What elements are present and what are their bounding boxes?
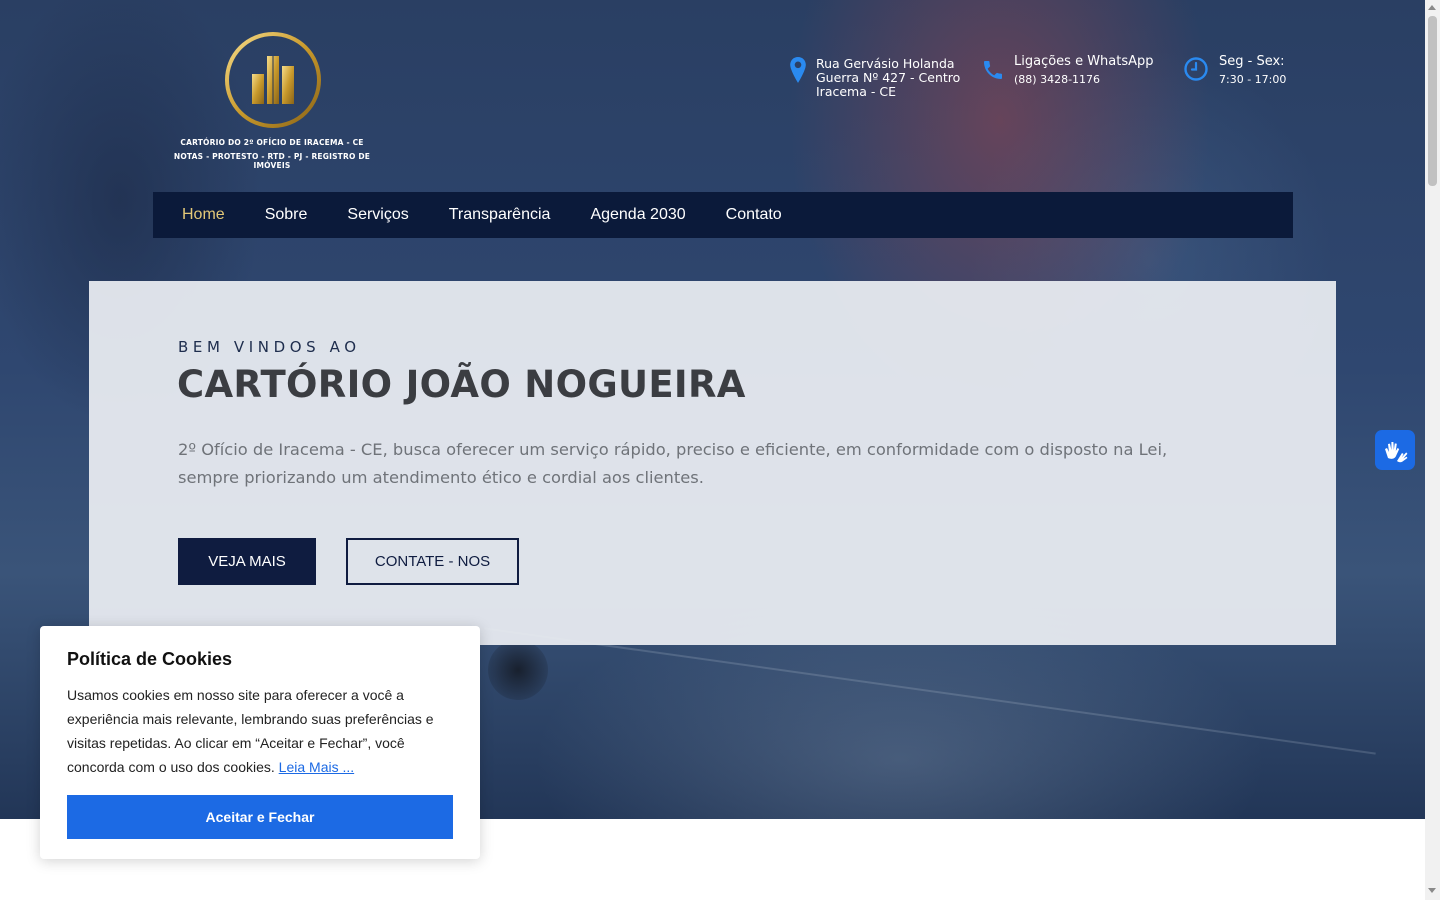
veja-mais-button[interactable]: VEJA MAIS: [178, 538, 316, 585]
phone-number[interactable]: (88) 3428-1176: [1014, 73, 1100, 86]
nav-item-contato[interactable]: Contato: [726, 206, 782, 224]
phone-title: Ligações e WhatsApp: [1014, 54, 1154, 69]
address-text: Rua Gervásio Holanda Guerra Nº 427 - Cen…: [816, 57, 966, 99]
hero-image-detail: [488, 640, 548, 700]
cookie-banner-message: Usamos cookies em nosso site para oferec…: [67, 687, 434, 775]
address-line-2: Guerra Nº 427 - Centro: [816, 70, 961, 85]
map-pin-icon: [790, 57, 806, 83]
clock-icon: [1184, 57, 1208, 81]
cookie-banner-title: Política de Cookies: [67, 649, 233, 669]
nav-item-agenda-2030[interactable]: Agenda 2030: [590, 206, 685, 224]
sign-language-hands-icon: [1385, 442, 1408, 463]
hero-title: CARTÓRIO JOÃO NOGUEIRA: [177, 363, 746, 406]
address-line-1: Rua Gervásio Holanda: [816, 56, 955, 71]
nav-item-transparencia[interactable]: Transparência: [449, 206, 551, 224]
hero-panel: BEM VINDOS AO CARTÓRIO JOÃO NOGUEIRA 2º …: [89, 281, 1336, 645]
hero-description: 2º Ofício de Iracema - CE, busca oferece…: [178, 440, 1168, 487]
hours-time: 7:30 - 17:00: [1219, 73, 1287, 86]
scroll-up-arrow-icon[interactable]: [1428, 5, 1436, 10]
hours-title: Seg - Sex:: [1219, 54, 1285, 69]
hero-kicker: BEM VINDOS AO: [178, 338, 361, 356]
nav-item-servicos[interactable]: Serviços: [347, 206, 408, 224]
cookie-banner-text: Usamos cookies em nosso site para oferec…: [67, 683, 447, 779]
nav-item-sobre[interactable]: Sobre: [265, 206, 308, 224]
main-navigation: Home Sobre Serviços Transparência Agenda…: [153, 192, 1293, 238]
logo-text-line2: NOTAS - PROTESTO - RTD - PJ - REGISTRO D…: [173, 152, 371, 170]
accept-cookies-button[interactable]: Aceitar e Fechar: [67, 795, 453, 839]
phone-icon: [984, 61, 1002, 79]
hero-image-detail: [484, 627, 1376, 755]
building-emblem-icon: [225, 32, 321, 128]
accessibility-button[interactable]: [1375, 430, 1415, 470]
site-logo[interactable]: CARTÓRIO DO 2º OFÍCIO DE IRACEMA - CE NO…: [160, 28, 384, 170]
nav-item-home[interactable]: Home: [182, 206, 225, 224]
page-scrollbar[interactable]: [1425, 0, 1440, 900]
logo-text-line1: CARTÓRIO DO 2º OFÍCIO DE IRACEMA - CE: [180, 138, 364, 147]
read-more-link[interactable]: Leia Mais ...: [279, 759, 354, 775]
scrollbar-thumb[interactable]: [1428, 16, 1437, 186]
contate-nos-button[interactable]: CONTATE - NOS: [346, 538, 519, 585]
scroll-down-arrow-icon[interactable]: [1428, 888, 1436, 893]
address-line-3: Iracema - CE: [816, 84, 896, 99]
cookie-banner: Política de Cookies Usamos cookies em no…: [40, 626, 480, 859]
